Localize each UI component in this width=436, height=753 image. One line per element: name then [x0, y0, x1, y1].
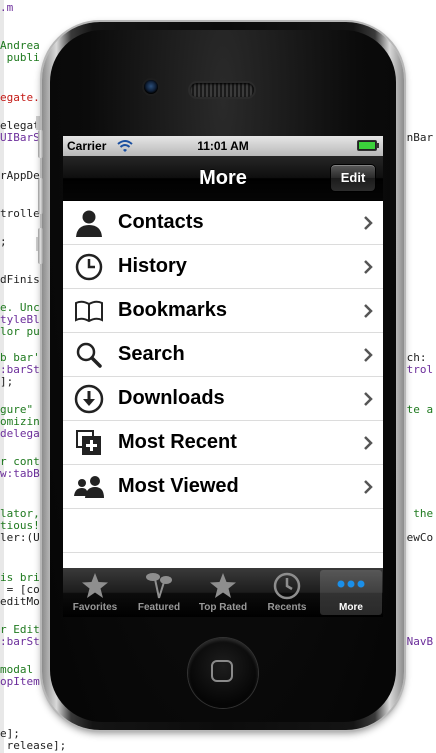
code-line: lor pu — [0, 325, 40, 338]
list-item-contacts[interactable]: Contacts — [63, 201, 383, 245]
chevron-right-icon — [364, 392, 373, 406]
history-icon — [75, 253, 103, 281]
list-item-label: Most Viewed — [118, 475, 239, 497]
code-line: rAppDe — [0, 169, 40, 182]
list-item-history[interactable]: History — [63, 245, 383, 289]
code-line: .m — [0, 1, 14, 14]
code-line: ]; — [0, 375, 14, 388]
bookmarks-icon — [75, 300, 103, 323]
search-icon — [76, 342, 102, 368]
earpiece-speaker — [190, 83, 254, 97]
chevron-right-icon — [364, 216, 373, 230]
downloads-icon — [74, 384, 104, 414]
list-item-downloads[interactable]: Downloads — [63, 377, 383, 421]
contacts-icon — [76, 210, 102, 237]
tab-recents[interactable]: Recents — [256, 570, 318, 615]
code-line: dFinis — [0, 273, 40, 286]
tab-top-rated[interactable]: Top Rated — [192, 570, 254, 615]
code-line: trolle — [0, 207, 40, 220]
code-line: UIBarS — [0, 131, 40, 144]
edit-button[interactable]: Edit — [330, 164, 376, 192]
status-time: 11:01 AM — [197, 139, 249, 153]
code-line: onBar — [400, 131, 434, 144]
code-line: ate a — [400, 403, 434, 416]
code-line: editMo — [0, 595, 40, 608]
list-item-search[interactable]: Search — [63, 333, 383, 377]
most-recent-icon — [76, 430, 101, 455]
code-line: ler:(U — [0, 531, 40, 544]
star-icon — [210, 573, 236, 598]
code-line: ; — [0, 235, 7, 248]
volume-down-button — [38, 228, 43, 264]
tab-label: Recents — [267, 602, 307, 613]
list-item-most-viewed[interactable]: Most Viewed — [63, 465, 383, 509]
featured-icon — [146, 573, 172, 599]
list-item-label: Most Recent — [118, 431, 237, 453]
code-line: w:tabB — [0, 467, 40, 480]
code-line: iewCo — [400, 531, 434, 544]
code-line: publi — [0, 51, 40, 64]
tab-bar: Favorites Featured Top Rated Recents Mor… — [63, 568, 383, 617]
tab-label: More — [339, 602, 363, 613]
front-camera — [144, 80, 158, 94]
tab-featured[interactable]: Featured — [128, 570, 190, 615]
chevron-right-icon — [364, 304, 373, 318]
code-line: lNavB — [400, 635, 434, 648]
tab-label: Top Rated — [198, 602, 248, 613]
chevron-right-icon — [364, 348, 373, 362]
list-item-label: Contacts — [118, 211, 204, 233]
chevron-right-icon — [364, 436, 373, 450]
editor-scroll-marker — [36, 116, 40, 130]
status-bar: Carrier 11:01 AM — [63, 136, 383, 156]
list-item-label: Downloads — [118, 387, 225, 409]
list-item-label: Bookmarks — [118, 299, 227, 321]
list-item-most-recent[interactable]: Most Recent — [63, 421, 383, 465]
star-icon — [82, 573, 108, 598]
empty-list-row — [63, 509, 383, 553]
tab-favorites[interactable]: Favorites — [64, 570, 126, 615]
volume-up-button — [38, 178, 43, 214]
home-button-icon — [211, 660, 233, 682]
tab-label: Favorites — [72, 602, 118, 613]
code-line: delega — [0, 427, 40, 440]
chevron-right-icon — [364, 480, 373, 494]
tab-more[interactable]: More — [320, 570, 382, 615]
more-dots-icon — [337, 580, 365, 588]
code-line: egate. — [0, 91, 40, 104]
device-screen: Carrier 11:01 AM More Edit Contacts Hist… — [63, 136, 383, 617]
code-line: opItem — [0, 675, 40, 688]
list-item-bookmarks[interactable]: Bookmarks — [63, 289, 383, 333]
mute-switch — [38, 130, 43, 158]
list-item-label: Search — [118, 343, 185, 365]
battery-icon — [357, 140, 379, 151]
chevron-right-icon — [364, 260, 373, 274]
list-item-label: History — [118, 255, 187, 277]
more-list: Contacts History Bookmarks Search Downlo… — [63, 201, 383, 553]
most-viewed-icon — [74, 476, 104, 498]
code-line: :barSt — [0, 635, 40, 648]
navigation-bar: More Edit — [63, 156, 383, 201]
code-line: ntrol — [400, 363, 434, 376]
code-line: release]; — [0, 739, 67, 752]
code-line: t the — [400, 507, 434, 520]
clock-icon — [273, 572, 301, 600]
tab-label: Featured — [137, 602, 181, 613]
